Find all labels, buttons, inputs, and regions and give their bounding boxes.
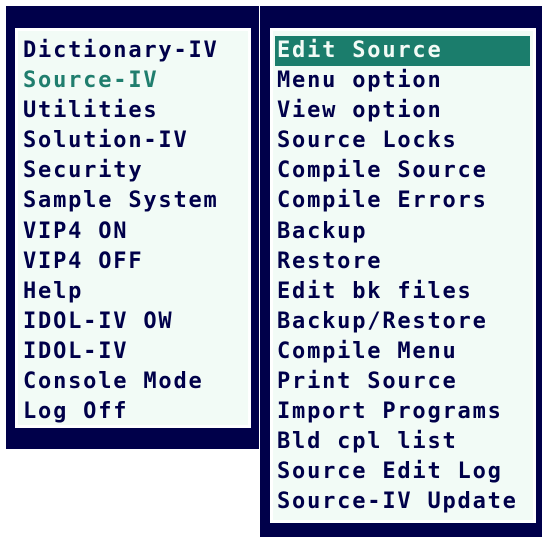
submenu-item-compile-source[interactable]: Compile Source bbox=[275, 156, 533, 186]
submenu-item-backup[interactable]: Backup bbox=[275, 217, 533, 247]
main-menu-item-security[interactable]: Security bbox=[21, 156, 248, 186]
submenu-item-source-locks[interactable]: Source Locks bbox=[275, 126, 533, 156]
main-menu-item-vip4-off[interactable]: VIP4 OFF bbox=[21, 247, 248, 277]
submenu-item-edit-bk-files[interactable]: Edit bk files bbox=[275, 277, 533, 307]
main-menu-window: Dictionary-IV Source-IV Utilities Soluti… bbox=[6, 6, 259, 449]
main-menu-item-utilities[interactable]: Utilities bbox=[21, 96, 248, 126]
main-menu-item-dictionary-iv[interactable]: Dictionary-IV bbox=[21, 36, 248, 66]
main-menu-item-solution-iv[interactable]: Solution-IV bbox=[21, 126, 248, 156]
submenu-item-source-edit-log[interactable]: Source Edit Log bbox=[275, 457, 533, 487]
main-menu-list: Dictionary-IV Source-IV Utilities Soluti… bbox=[21, 36, 248, 427]
main-menu-item-log-off[interactable]: Log Off bbox=[21, 397, 248, 427]
submenu-item-import-programs[interactable]: Import Programs bbox=[275, 397, 533, 427]
submenu-item-source-iv-update[interactable]: Source-IV Update bbox=[275, 487, 533, 517]
main-menu-item-idol-iv-ow[interactable]: IDOL-IV OW bbox=[21, 307, 248, 337]
main-menu-item-console-mode[interactable]: Console Mode bbox=[21, 367, 248, 397]
main-menu-item-sample-system[interactable]: Sample System bbox=[21, 186, 248, 216]
submenu-item-backup-restore[interactable]: Backup/Restore bbox=[275, 307, 533, 337]
main-menu-item-vip4-on[interactable]: VIP4 ON bbox=[21, 217, 248, 247]
main-menu-item-idol-iv[interactable]: IDOL-IV bbox=[21, 337, 248, 367]
submenu-item-bld-cpl-list[interactable]: Bld cpl list bbox=[275, 427, 533, 457]
source-iv-submenu-window: Edit Source Menu option View option Sour… bbox=[260, 6, 542, 537]
submenu-item-edit-source[interactable]: Edit Source bbox=[275, 36, 530, 67]
main-menu-panel: Dictionary-IV Source-IV Utilities Soluti… bbox=[14, 27, 252, 429]
source-iv-submenu-panel: Edit Source Menu option View option Sour… bbox=[269, 27, 537, 524]
submenu-item-restore[interactable]: Restore bbox=[275, 247, 533, 277]
source-iv-submenu-list: Edit Source Menu option View option Sour… bbox=[275, 36, 533, 518]
submenu-item-menu-option[interactable]: Menu option bbox=[275, 66, 533, 96]
submenu-item-compile-errors[interactable]: Compile Errors bbox=[275, 186, 533, 216]
submenu-item-compile-menu[interactable]: Compile Menu bbox=[275, 337, 533, 367]
submenu-item-print-source[interactable]: Print Source bbox=[275, 367, 533, 397]
main-menu-item-help[interactable]: Help bbox=[21, 277, 248, 307]
main-menu-item-source-iv[interactable]: Source-IV bbox=[21, 66, 248, 96]
submenu-item-view-option[interactable]: View option bbox=[275, 96, 533, 126]
